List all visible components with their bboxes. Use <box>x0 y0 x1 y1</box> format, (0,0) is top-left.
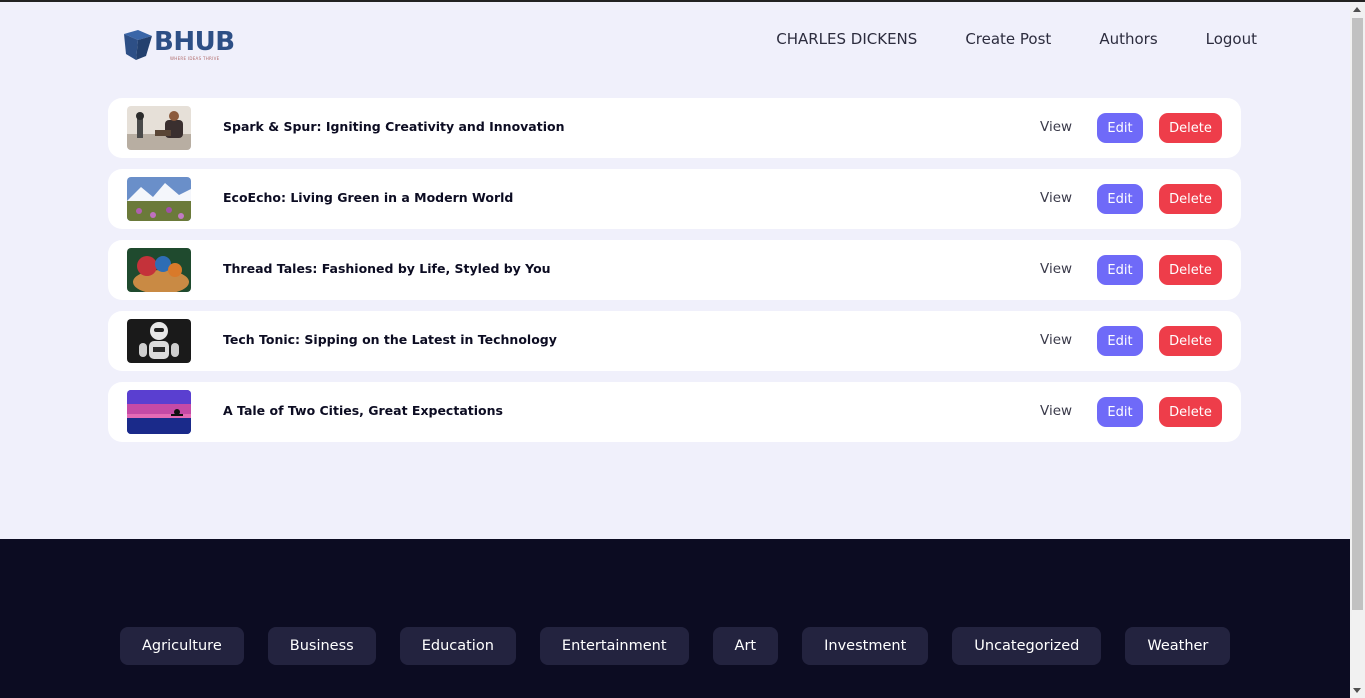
logo-wordmark: BHUB <box>154 27 235 57</box>
page: BHUB WHERE IDEAS THRIVE CHARLES DICKENS … <box>0 2 1350 698</box>
post-thumbnail <box>127 390 191 434</box>
dashboard-post-list: Spark & Spur: Igniting Creativity and In… <box>108 98 1241 453</box>
category-entertainment[interactable]: Entertainment <box>539 627 689 665</box>
category-education[interactable]: Education <box>399 627 516 665</box>
category-investment[interactable]: Investment <box>802 627 929 665</box>
category-uncategorized[interactable]: Uncategorized <box>952 627 1102 665</box>
view-post-link[interactable]: View <box>1040 332 1072 348</box>
footer-category-list: Agriculture Business Education Entertain… <box>120 627 1231 665</box>
post-title[interactable]: Thread Tales: Fashioned by Life, Styled … <box>223 261 551 276</box>
vertical-scrollbar[interactable] <box>1350 2 1365 698</box>
delete-post-button[interactable]: Delete <box>1159 184 1222 214</box>
post-row: Thread Tales: Fashioned by Life, Styled … <box>108 240 1241 300</box>
scroll-up-icon[interactable] <box>1353 7 1361 12</box>
edit-post-button[interactable]: Edit <box>1097 397 1143 427</box>
post-row: Tech Tonic: Sipping on the Latest in Tec… <box>108 311 1241 371</box>
delete-post-button[interactable]: Delete <box>1159 255 1222 285</box>
logo-tagline: WHERE IDEAS THRIVE <box>170 56 220 61</box>
category-agriculture[interactable]: Agriculture <box>120 627 244 665</box>
bhub-logo[interactable]: BHUB WHERE IDEAS THRIVE <box>122 27 242 64</box>
nav-authors-link[interactable]: Authors <box>1099 30 1157 48</box>
edit-post-button[interactable]: Edit <box>1097 113 1143 143</box>
scrollbar-thumb[interactable] <box>1352 18 1363 610</box>
post-thumbnail <box>127 319 191 363</box>
delete-post-button[interactable]: Delete <box>1159 326 1222 356</box>
navbar: BHUB WHERE IDEAS THRIVE CHARLES DICKENS … <box>0 2 1350 74</box>
edit-post-button[interactable]: Edit <box>1097 326 1143 356</box>
nav-logout-link[interactable]: Logout <box>1206 30 1257 48</box>
post-row: Spark & Spur: Igniting Creativity and In… <box>108 98 1241 158</box>
view-post-link[interactable]: View <box>1040 261 1072 277</box>
post-row: A Tale of Two Cities, Great Expectations… <box>108 382 1241 442</box>
post-title[interactable]: Spark & Spur: Igniting Creativity and In… <box>223 119 565 134</box>
post-title[interactable]: Tech Tonic: Sipping on the Latest in Tec… <box>223 332 557 347</box>
edit-post-button[interactable]: Edit <box>1097 255 1143 285</box>
view-post-link[interactable]: View <box>1040 403 1072 419</box>
delete-post-button[interactable]: Delete <box>1159 113 1222 143</box>
category-weather[interactable]: Weather <box>1125 627 1231 665</box>
post-row: EcoEcho: Living Green in a Modern World … <box>108 169 1241 229</box>
scroll-down-icon[interactable] <box>1353 688 1361 693</box>
post-thumbnail <box>127 177 191 221</box>
category-business[interactable]: Business <box>267 627 376 665</box>
footer: Agriculture Business Education Entertain… <box>0 539 1350 698</box>
view-post-link[interactable]: View <box>1040 119 1072 135</box>
nav-profile-link[interactable]: CHARLES DICKENS <box>776 30 917 48</box>
delete-post-button[interactable]: Delete <box>1159 397 1222 427</box>
cube-logo-icon <box>124 30 152 60</box>
view-post-link[interactable]: View <box>1040 190 1072 206</box>
nav-create-post-link[interactable]: Create Post <box>965 30 1051 48</box>
post-title[interactable]: A Tale of Two Cities, Great Expectations <box>223 403 503 418</box>
post-thumbnail <box>127 106 191 150</box>
post-thumbnail <box>127 248 191 292</box>
edit-post-button[interactable]: Edit <box>1097 184 1143 214</box>
nav-links: CHARLES DICKENS Create Post Authors Logo… <box>776 30 1257 48</box>
category-art[interactable]: Art <box>712 627 779 665</box>
post-title[interactable]: EcoEcho: Living Green in a Modern World <box>223 190 513 205</box>
